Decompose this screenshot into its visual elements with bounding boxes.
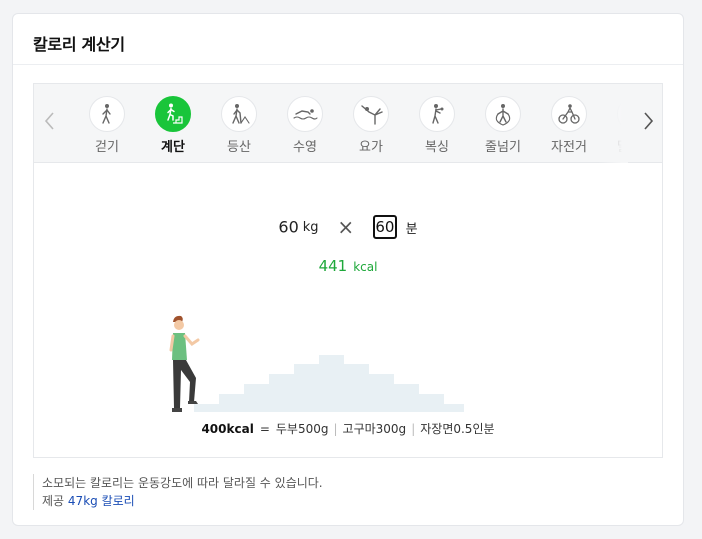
tab-walking[interactable]: 걷기 bbox=[74, 84, 140, 155]
food-equivalence: 400kcal = 두부500g | 고구마300g | 자장면0.5인분 bbox=[34, 420, 662, 437]
calorie-result: 441 kcal bbox=[34, 256, 662, 275]
tab-cycling[interactable]: 자전거 bbox=[536, 84, 602, 155]
walking-icon bbox=[102, 104, 111, 124]
provider-link[interactable]: 47kg 칼로리 bbox=[68, 494, 135, 508]
provider-prefix: 제공 bbox=[42, 494, 65, 508]
title-divider bbox=[13, 64, 683, 65]
chevron-right-icon bbox=[644, 112, 654, 130]
stairs-illustration bbox=[169, 315, 464, 412]
weight-unit: kg bbox=[302, 219, 319, 235]
disclaimer-text: 소모되는 칼로리는 운동강도에 따라 달라질 수 있습니다. bbox=[42, 476, 323, 490]
separator: | bbox=[333, 422, 338, 436]
tab-label: 걷기 bbox=[95, 140, 119, 155]
tab-label: 요가 bbox=[359, 140, 383, 155]
tab-swimming[interactable]: 수영 bbox=[272, 84, 338, 155]
weight-value[interactable]: 60 bbox=[278, 218, 298, 237]
calorie-equation: 60kg × 분 bbox=[34, 215, 662, 239]
tab-stairs[interactable]: 계단 bbox=[140, 84, 206, 155]
minutes-unit: 분 bbox=[405, 221, 418, 237]
tab-label: 계단 bbox=[161, 140, 185, 155]
jump-rope-icon bbox=[495, 104, 511, 126]
tab-label: 자전거 bbox=[551, 140, 587, 155]
result-unit: kcal bbox=[353, 260, 378, 274]
tab-running[interactable]: 달리기 bbox=[602, 84, 628, 155]
disclaimer-note: 소모되는 칼로리는 운동강도에 따라 달라질 수 있습니다. 제공 47kg 칼… bbox=[33, 474, 323, 510]
activity-tab-bar: 걷기 계단 등산 수영 요가 복싱 줄넘기 자전거 달 bbox=[34, 84, 662, 163]
food-item: 자장면0.5인분 bbox=[420, 422, 495, 436]
next-arrow-button[interactable] bbox=[640, 110, 656, 132]
multiply-icon: × bbox=[337, 215, 355, 239]
chevron-left-icon bbox=[44, 112, 54, 130]
tab-jump-rope[interactable]: 줄넘기 bbox=[470, 84, 536, 155]
activity-tabs-viewport: 걷기 계단 등산 수영 요가 복싱 줄넘기 자전거 달 bbox=[74, 84, 628, 163]
yoga-icon bbox=[361, 105, 383, 125]
tab-label: 수영 bbox=[293, 140, 317, 155]
boxing-icon bbox=[432, 104, 444, 124]
running-icon bbox=[627, 120, 628, 122]
equivalence-kcal: 400kcal bbox=[201, 422, 254, 436]
tab-label: 달리기 bbox=[617, 140, 628, 155]
food-item: 두부500g bbox=[275, 422, 329, 436]
prev-arrow-button[interactable] bbox=[42, 110, 58, 132]
tab-label: 복싱 bbox=[425, 140, 449, 155]
equals-sign: = bbox=[259, 422, 270, 436]
calorie-calculator-card: 칼로리 계산기 걷기 계단 등산 수영 요가 복싱 줄넘기 자전거 달 60 k… bbox=[12, 13, 684, 526]
swimming-icon bbox=[293, 109, 318, 120]
tab-boxing[interactable]: 복싱 bbox=[404, 84, 470, 155]
result-value: 441 bbox=[318, 257, 348, 275]
activity-tabs: 걷기 계단 등산 수영 요가 복싱 줄넘기 자전거 달 bbox=[74, 84, 628, 155]
stairs-shape bbox=[194, 355, 464, 412]
tab-yoga[interactable]: 요가 bbox=[338, 84, 404, 155]
tab-label: 등산 bbox=[227, 140, 251, 155]
provider-line: 제공 47kg 칼로리 bbox=[42, 492, 323, 510]
food-item: 고구마300g bbox=[342, 422, 407, 436]
separator: | bbox=[411, 422, 416, 436]
calculator-panel: 걷기 계단 등산 수영 요가 복싱 줄넘기 자전거 달 60 kg × 60 분… bbox=[33, 83, 663, 458]
stairs-icon bbox=[167, 103, 183, 124]
cycling-icon bbox=[558, 104, 580, 124]
minutes-input[interactable] bbox=[372, 215, 397, 239]
card-title: 칼로리 계산기 bbox=[33, 35, 125, 54]
tab-label: 줄넘기 bbox=[485, 140, 521, 155]
hiking-icon bbox=[232, 104, 250, 124]
climber-figure bbox=[169, 315, 200, 412]
tab-hiking[interactable]: 등산 bbox=[206, 84, 272, 155]
